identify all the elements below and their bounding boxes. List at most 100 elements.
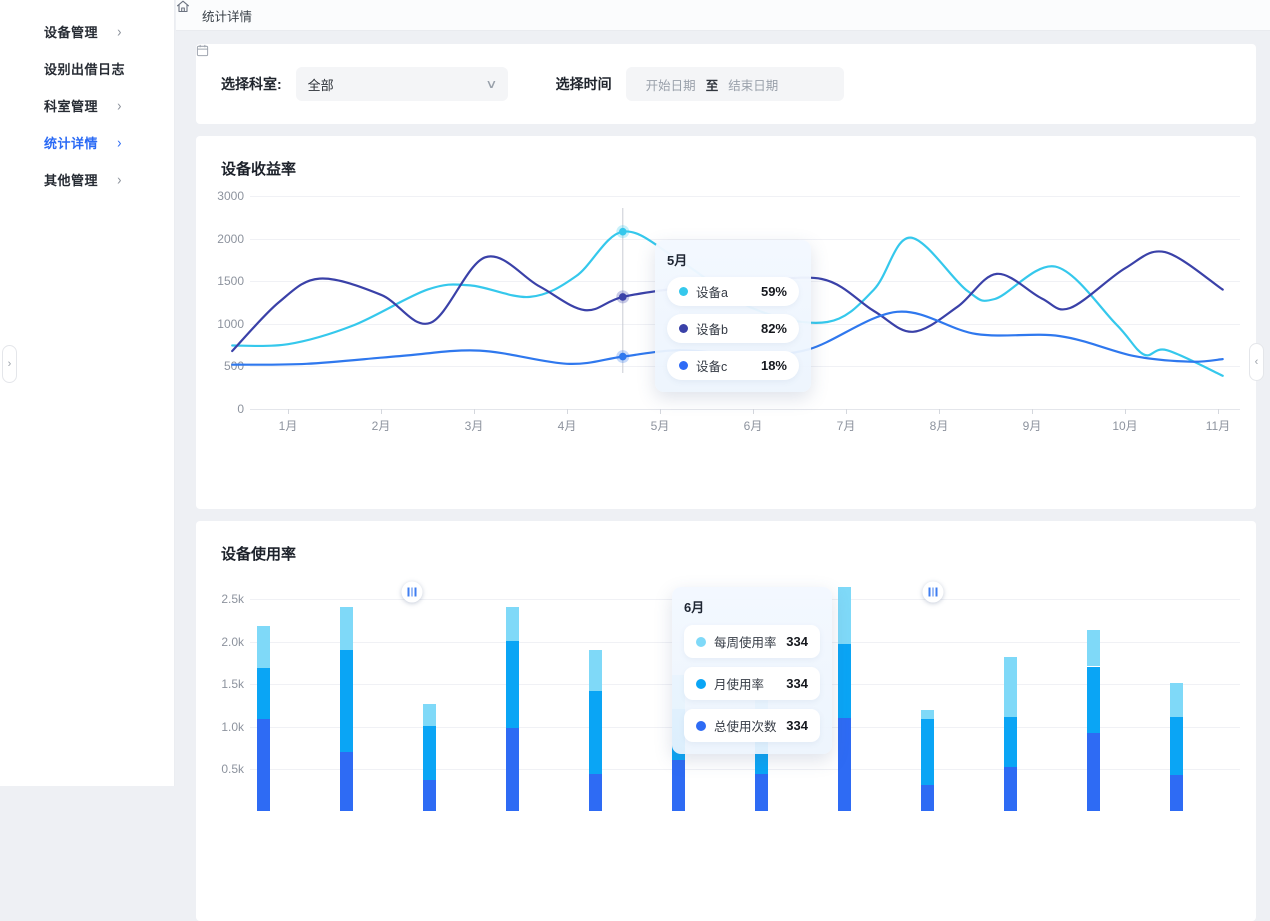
bar-segment-每周使用率 [1170, 683, 1183, 717]
tooltip-row-label: 设备a [696, 282, 761, 301]
revenue-line-chart: 300020001500100050001月2月3月4月5月6月7月8月9月10… [196, 136, 1256, 509]
bar-segment-每周使用率 [1087, 630, 1100, 667]
end-date-input[interactable]: 结束日期 [728, 75, 778, 94]
bar-segment-每周使用率 [589, 650, 602, 691]
usage-bar-chart: 2.5k2.0k1.5k1.0k0.5k6月每周使用率334月使用率334总使用… [196, 521, 1256, 921]
sidebar-item-2[interactable]: 设别出借日志› [0, 50, 174, 87]
y-axis-label: 1.0k [204, 720, 244, 734]
bar-segment-总使用次数 [589, 774, 602, 811]
dept-select-value: 全部 [308, 75, 487, 94]
home-icon [176, 0, 190, 13]
bar-segment-月使用率 [838, 644, 851, 719]
tooltip-row: 每周使用率334 [684, 625, 820, 658]
bar-segment-总使用次数 [838, 718, 851, 811]
bar-segment-月使用率 [257, 668, 270, 719]
bar-segment-每周使用率 [1004, 657, 1017, 717]
chevron-right-icon: › [117, 60, 122, 77]
main-content: 统计详情 选择科室: 全部 ∨ 选择时间 开始日期 至 结束日期 设备收益率 3… [176, 0, 1270, 786]
tooltip-row: 总使用次数334 [684, 709, 820, 742]
bar-segment-总使用次数 [1170, 775, 1183, 811]
bar-segment-每周使用率 [838, 587, 851, 644]
chevron-down-icon: ∨ [485, 77, 497, 91]
sidebar-expand-button[interactable]: › [2, 345, 17, 383]
sidebar-item-3[interactable]: 科室管理 › [0, 87, 174, 124]
tooltip-row-value: 18% [761, 358, 787, 373]
bar-segment-月使用率 [340, 650, 353, 752]
date-range-picker[interactable]: 开始日期 至 结束日期 [626, 67, 844, 101]
sidebar-item-5[interactable]: 其他管理› [0, 161, 174, 198]
bar-segment-每周使用率 [506, 607, 519, 641]
bar-segment-月使用率 [589, 691, 602, 774]
revenue-rate-chart-card: 设备收益率 300020001500100050001月2月3月4月5月6月7月… [196, 136, 1256, 509]
series-dot-icon [696, 721, 706, 731]
tooltip-row-label: 月使用率 [714, 674, 786, 693]
tooltip-title: 5月 [667, 250, 799, 269]
bar-segment-总使用次数 [423, 780, 436, 811]
bar-segment-总使用次数 [506, 728, 519, 811]
bar-segment-总使用次数 [1004, 767, 1017, 811]
sidebar-item-1[interactable]: 设备管理 › [0, 13, 174, 50]
sidebar-item-label: 科室管理 [44, 96, 98, 115]
tooltip-row-value: 334 [786, 634, 808, 649]
datazoom-handle-left[interactable] [402, 582, 423, 603]
tooltip-row: 设备b82% [667, 314, 799, 343]
sidebar-item-label: 其他管理 [44, 170, 98, 189]
handle-grip-icon [936, 588, 938, 597]
usage-tooltip: 6月每周使用率334月使用率334总使用次数334 [672, 587, 832, 754]
handle-grip-icon [411, 588, 413, 597]
bar-segment-月使用率 [1087, 667, 1100, 733]
chevron-left-icon: ‹ [1255, 356, 1259, 368]
bar-segment-月使用率 [921, 719, 934, 785]
sidebar: 设备管理›设别出借日志›科室管理›统计详情›其他管理› [0, 0, 175, 786]
tooltip-title: 6月 [684, 597, 820, 616]
series-dot-icon [696, 637, 706, 647]
tooltip-row: 设备a59% [667, 277, 799, 306]
tooltip-row-value: 334 [786, 718, 808, 733]
tooltip-row-value: 59% [761, 284, 787, 299]
tooltip-row: 月使用率334 [684, 667, 820, 700]
bar-segment-每周使用率 [257, 626, 270, 669]
y-axis-label: 1.5k [204, 677, 244, 691]
y-axis-label: 0.5k [204, 762, 244, 776]
dept-filter-label: 选择科室: [221, 74, 282, 94]
handle-grip-icon [929, 588, 931, 597]
handle-grip-icon [932, 588, 934, 597]
bar-segment-月使用率 [1004, 717, 1017, 767]
tooltip-row-label: 设备c [696, 356, 761, 375]
bar-segment-每周使用率 [423, 704, 436, 726]
tooltip-row-value: 334 [786, 676, 808, 691]
series-dot-icon [679, 361, 688, 370]
chevron-right-icon: › [117, 97, 122, 114]
series-dot-icon [679, 324, 688, 333]
tooltip-row: 设备c18% [667, 351, 799, 380]
tooltip-row-label: 设备b [696, 319, 761, 338]
bar-segment-总使用次数 [340, 752, 353, 812]
breadcrumb[interactable]: 统计详情 [176, 0, 1270, 31]
y-axis-label: 2.0k [204, 635, 244, 649]
chevron-right-icon: › [8, 358, 12, 370]
series-dot-icon [696, 679, 706, 689]
tooltip-row-label: 每周使用率 [714, 632, 786, 651]
filter-card: 选择科室: 全部 ∨ 选择时间 开始日期 至 结束日期 [196, 44, 1256, 124]
tooltip-row-label: 总使用次数 [714, 716, 786, 735]
calendar-icon [196, 44, 209, 57]
panel-collapse-button[interactable]: ‹ [1249, 343, 1264, 381]
handle-grip-icon [415, 588, 417, 597]
bar-segment-每周使用率 [921, 710, 934, 719]
sidebar-item-label: 设别出借日志 [44, 59, 125, 78]
y-axis-label: 2.5k [204, 592, 244, 606]
bar-segment-总使用次数 [257, 719, 270, 811]
date-range-separator: 至 [706, 75, 719, 94]
sidebar-item-label: 设备管理 [44, 22, 98, 41]
bar-segment-每周使用率 [340, 607, 353, 650]
sidebar-item-4[interactable]: 统计详情› [0, 124, 174, 161]
tooltip-row-value: 82% [761, 321, 787, 336]
dept-select[interactable]: 全部 ∨ [296, 67, 508, 101]
start-date-input[interactable]: 开始日期 [646, 75, 696, 94]
breadcrumb-title: 统计详情 [202, 6, 252, 25]
datazoom-handle-right[interactable] [922, 582, 943, 603]
bar-segment-总使用次数 [755, 774, 768, 811]
series-dot-icon [679, 287, 688, 296]
chevron-right-icon: › [117, 23, 122, 40]
chevron-right-icon: › [117, 134, 122, 151]
